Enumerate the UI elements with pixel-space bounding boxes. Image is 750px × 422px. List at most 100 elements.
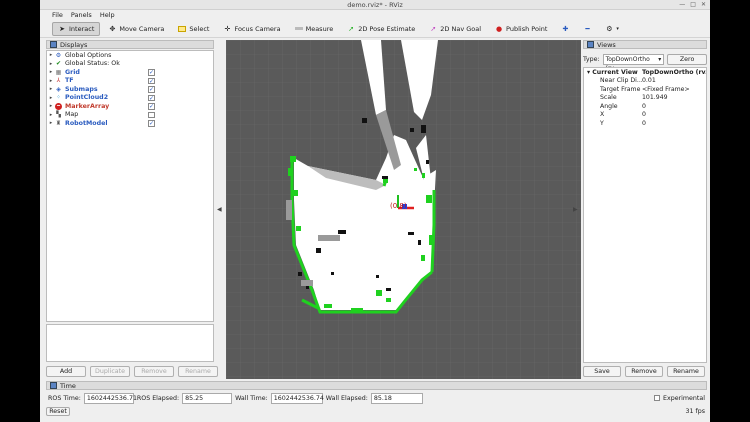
interact-tool-button[interactable]: ➤ Interact [52, 21, 101, 36]
pointcloud-icon: ⁘ [55, 94, 62, 102]
time-fields: ROS Time: 1602442536.71 ROS Elapsed: 85.… [46, 390, 707, 406]
remove-tool-button[interactable]: ━ [577, 22, 597, 36]
views-tree: ▾ Current View TopDownOrtho (rv... Near … [583, 67, 707, 363]
gear-icon: ⚙ [55, 51, 62, 59]
map-checkbox[interactable] [148, 111, 155, 118]
current-view-row[interactable]: ▾ Current View TopDownOrtho (rv... [584, 68, 706, 77]
display-item-submaps[interactable]: ▸ ◈ Submaps ✓ [47, 85, 213, 94]
view-type-label: Type: [583, 55, 600, 63]
views-buttons: Save Remove Rename [583, 366, 705, 377]
prop-key: X [600, 111, 605, 119]
pose-estimate-tool-label: 2D Pose Estimate [358, 24, 416, 33]
tf-checkbox[interactable]: ✓ [148, 77, 155, 84]
minimize-icon[interactable]: — [679, 1, 685, 9]
status-row: Reset 31 fps [46, 406, 707, 416]
select-tool-button[interactable]: Select [172, 22, 215, 36]
display-item-markerarray[interactable]: ▸ ━ MarkerArray ✓ [47, 102, 213, 111]
display-item-tf[interactable]: ▸ ⅄ TF ✓ [47, 77, 213, 86]
displays-header: Displays [46, 40, 214, 49]
nav-goal-tool-label: 2D Nav Goal [440, 24, 482, 33]
expand-arrow-icon[interactable]: ▸ [47, 95, 55, 101]
expand-arrow-icon[interactable]: ▸ [47, 78, 55, 84]
window-title: demo.rviz* - RViz [347, 1, 403, 9]
prop-value[interactable]: 0 [642, 120, 706, 127]
wall-elapsed-field[interactable]: 85.18 [370, 392, 423, 404]
duplicate-display-button[interactable]: Duplicate [90, 366, 130, 377]
expand-arrow-icon[interactable]: ▸ [47, 86, 55, 92]
displays-title: Displays [60, 40, 88, 49]
tf-icon: ⅄ [56, 77, 61, 85]
markerarray-checkbox[interactable]: ✓ [148, 103, 155, 110]
prop-value[interactable]: 0 [642, 103, 706, 110]
menu-help[interactable]: Help [100, 11, 115, 19]
render-viewport[interactable]: (0.8) [226, 40, 581, 379]
ros-elapsed-field[interactable]: 85.25 [182, 392, 233, 404]
view-prop-y[interactable]: Y 0 [584, 119, 706, 128]
rename-display-button[interactable]: Rename [178, 366, 218, 377]
nav-goal-tool-button[interactable]: ➚ 2D Nav Goal [423, 22, 487, 36]
save-view-button[interactable]: Save [583, 366, 621, 377]
submaps-icon: ◈ [56, 85, 61, 93]
display-item-pointcloud2[interactable]: ▸ ⁘ PointCloud2 ✓ [47, 94, 213, 103]
view-prop-scale[interactable]: Scale 101.949 [584, 94, 706, 103]
rviz-window: demo.rviz* - RViz — □ ✕ File Panels Help… [40, 0, 710, 422]
pointcloud2-checkbox[interactable]: ✓ [148, 94, 155, 101]
robot-icon: ♜ [55, 119, 62, 127]
wall-elapsed-label: Wall Elapsed: [325, 394, 368, 402]
display-item-robotmodel[interactable]: ▸ ♜ RobotModel ✓ [47, 119, 213, 128]
close-icon[interactable]: ✕ [701, 1, 706, 9]
view-prop-target-frame[interactable]: Target Frame <Fixed Frame> [584, 85, 706, 94]
measure-tool-button[interactable]: Measure [289, 22, 340, 36]
collapse-left-arrow-icon[interactable]: ◀ [217, 206, 222, 213]
remove-view-button[interactable]: Remove [625, 366, 663, 377]
measure-tool-label: Measure [305, 24, 334, 33]
maximize-icon[interactable]: □ [690, 1, 696, 9]
add-display-button[interactable]: Add [46, 366, 86, 377]
expand-arrow-icon[interactable]: ▸ [47, 103, 55, 109]
publish-point-tool-label: Publish Point [506, 24, 548, 33]
view-type-select[interactable]: TopDownOrtho (rv... [602, 53, 665, 72]
focus-camera-tool-button[interactable]: ✛ Focus Camera [217, 22, 286, 36]
prop-value[interactable]: 0 [642, 111, 706, 118]
tool-properties-button[interactable]: ⚙ ▾ [599, 22, 625, 36]
remove-display-button[interactable]: Remove [134, 366, 174, 377]
reset-button[interactable]: Reset [46, 406, 70, 416]
prop-value[interactable]: 101.949 [642, 94, 706, 101]
display-item-map[interactable]: ▸ ▚ Map [47, 111, 213, 120]
publish-point-tool-button[interactable]: ● Publish Point [489, 22, 553, 36]
collapse-right-arrow-icon[interactable]: ▶ [573, 206, 578, 213]
display-item-grid[interactable]: ▸ ▦ Grid ✓ [47, 68, 213, 77]
map-render[interactable]: (0.8) [226, 40, 581, 379]
experimental-toggle[interactable]: Experimental [653, 394, 705, 402]
expand-arrow-icon[interactable]: ▸ [47, 112, 55, 118]
toolbar: ➤ Interact ✥ Move Camera Select ✛ Focus … [40, 20, 710, 38]
view-prop-near-clip[interactable]: Near Clip Di... 0.01 [584, 77, 706, 86]
submaps-checkbox[interactable]: ✓ [148, 86, 155, 93]
menu-panels[interactable]: Panels [71, 11, 92, 19]
rename-view-button[interactable]: Rename [667, 366, 705, 377]
prop-value[interactable]: <Fixed Frame> [642, 86, 706, 93]
expand-arrow-icon[interactable]: ▸ [47, 61, 55, 67]
expand-arrow-icon[interactable]: ▸ [47, 120, 55, 126]
display-item-global-status[interactable]: ▸ ✔ Global Status: Ok [47, 60, 213, 69]
current-view-key: Current View [592, 68, 638, 76]
expand-arrow-icon[interactable]: ▸ [47, 69, 55, 75]
add-tool-button[interactable]: ✚ [555, 22, 575, 36]
view-prop-angle[interactable]: Angle 0 [584, 102, 706, 111]
prop-value[interactable]: 0.01 [642, 77, 706, 84]
view-prop-x[interactable]: X 0 [584, 111, 706, 120]
ros-time-field[interactable]: 1602442536.71 [83, 392, 137, 404]
pose-estimate-tool-button[interactable]: ➚ 2D Pose Estimate [341, 22, 421, 36]
menu-file[interactable]: File [52, 11, 63, 19]
focus-camera-tool-label: Focus Camera [234, 24, 281, 33]
zero-button[interactable]: Zero [667, 53, 707, 65]
error-icon: ━ [55, 102, 62, 110]
expand-arrow-icon[interactable]: ▸ [47, 52, 55, 58]
experimental-checkbox[interactable] [653, 394, 660, 402]
robotmodel-checkbox[interactable]: ✓ [148, 120, 155, 127]
move-camera-tool-button[interactable]: ✥ Move Camera [102, 22, 170, 36]
grid-checkbox[interactable]: ✓ [148, 69, 155, 76]
display-item-global-options[interactable]: ▸ ⚙ Global Options [47, 51, 213, 60]
wall-time-field[interactable]: 1602442536.74 [270, 392, 324, 404]
move-camera-icon: ✥ [109, 24, 116, 33]
